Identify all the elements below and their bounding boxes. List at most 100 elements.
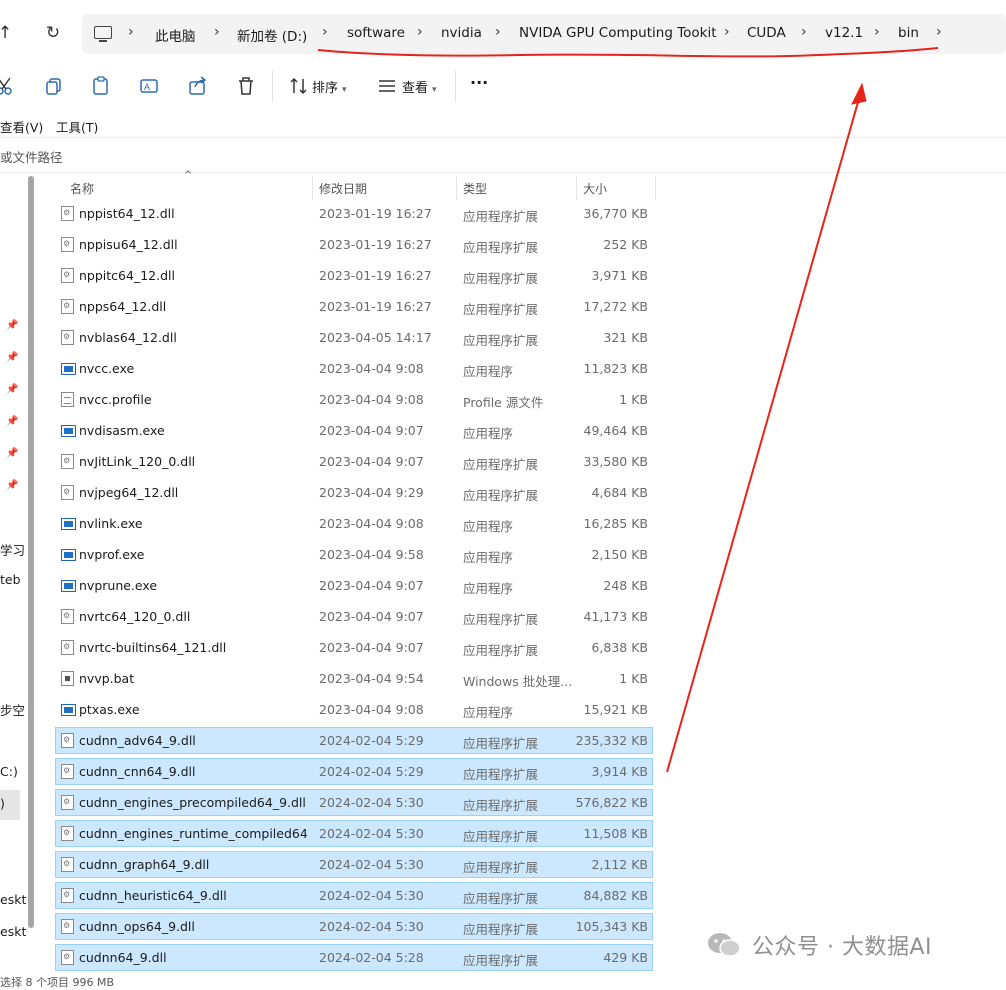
file-size: 3,914 KB xyxy=(591,764,648,779)
nav-item[interactable]: 步空 xyxy=(0,700,25,719)
nav-item[interactable]: eskt xyxy=(0,924,26,939)
chevron-right-icon[interactable]: › xyxy=(214,24,220,40)
nav-scrollbar[interactable] xyxy=(28,176,34,928)
file-row[interactable]: nvrtc-builtins64_121.dll2023-04-04 9:07应… xyxy=(55,634,653,661)
breadcrumb-nvidia[interactable]: nvidia xyxy=(441,25,482,41)
dll-file-icon xyxy=(61,733,74,748)
file-row[interactable]: npps64_12.dll2023-01-19 16:27应用程序扩展17,27… xyxy=(55,293,653,320)
file-type: 应用程序扩展 xyxy=(463,764,573,783)
file-type: 应用程序 xyxy=(463,423,573,442)
breadcrumb-software[interactable]: software xyxy=(347,25,405,41)
file-row[interactable]: nvprune.exe2023-04-04 9:07应用程序248 KB xyxy=(55,572,653,599)
share-icon[interactable] xyxy=(187,75,209,97)
file-row[interactable]: nppist64_12.dll2023-01-19 16:27应用程序扩展36,… xyxy=(55,200,653,227)
breadcrumb-version[interactable]: v12.1 xyxy=(825,25,863,41)
file-row[interactable]: nvjpeg64_12.dll2023-04-04 9:29应用程序扩展4,68… xyxy=(55,479,653,506)
file-row[interactable]: cudnn_adv64_9.dll2024-02-04 5:29应用程序扩展23… xyxy=(55,727,653,754)
breadcrumb-drive-d[interactable]: 新加卷 (D:) xyxy=(237,25,307,45)
menu-tools[interactable]: 工具(T) xyxy=(56,117,98,136)
file-row[interactable]: cudnn_engines_precompiled64_9.dll2024-02… xyxy=(55,789,653,816)
breadcrumb-this-pc[interactable]: 此电脑 xyxy=(155,25,196,45)
sort-icon[interactable] xyxy=(288,75,310,97)
view-icon[interactable] xyxy=(376,75,398,97)
chevron-right-icon[interactable]: › xyxy=(801,24,807,40)
file-type: 应用程序扩展 xyxy=(463,454,573,473)
more-options-button[interactable]: ··· xyxy=(470,73,488,92)
file-row[interactable]: cudnn_heuristic64_9.dll2024-02-04 5:30应用… xyxy=(55,882,653,909)
cut-icon[interactable] xyxy=(0,75,16,97)
file-row[interactable]: cudnn_graph64_9.dll2024-02-04 5:30应用程序扩展… xyxy=(55,851,653,878)
file-size: 321 KB xyxy=(603,330,648,345)
nav-selected-item[interactable]: ) xyxy=(0,790,20,820)
breadcrumb-cuda[interactable]: CUDA xyxy=(747,25,786,41)
sort-button[interactable]: 排序▾ xyxy=(312,77,347,96)
address-bar[interactable]: › 此电脑 › 新加卷 (D:) › software › nvidia › N… xyxy=(82,14,1006,54)
file-date: 2023-04-04 9:58 xyxy=(319,547,424,562)
file-date: 2024-02-04 5:29 xyxy=(319,733,424,748)
column-date[interactable]: 修改日期 xyxy=(319,180,367,197)
file-row[interactable]: nppisu64_12.dll2023-01-19 16:27应用程序扩展252… xyxy=(55,231,653,258)
watermark: 公众号 · 大数据AI xyxy=(706,928,932,962)
file-row[interactable]: nvcc.profile2023-04-04 9:08Profile 源文件1 … xyxy=(55,386,653,413)
menu-view[interactable]: 查看(V) xyxy=(0,117,43,136)
column-divider[interactable] xyxy=(456,176,457,200)
pin-icon: 📌 xyxy=(6,352,16,362)
chevron-right-icon[interactable]: › xyxy=(322,24,328,40)
file-row[interactable]: nvcc.exe2023-04-04 9:08应用程序11,823 KB xyxy=(55,355,653,382)
file-date: 2023-04-04 9:07 xyxy=(319,423,424,438)
column-type[interactable]: 类型 xyxy=(463,180,487,197)
file-row[interactable]: cudnn_ops64_9.dll2024-02-04 5:30应用程序扩展10… xyxy=(55,913,653,940)
file-row[interactable]: cudnn64_9.dll2024-02-04 5:28应用程序扩展429 KB xyxy=(55,944,653,971)
breadcrumb-gpu-toolkit[interactable]: NVIDA GPU Computing Tookit xyxy=(519,25,717,41)
chevron-right-icon[interactable]: › xyxy=(128,24,134,40)
file-size: 6,838 KB xyxy=(591,640,648,655)
file-name: nppist64_12.dll xyxy=(79,206,307,221)
bat-file-icon xyxy=(61,671,74,686)
path-hint-text: 或文件路径 xyxy=(0,147,63,166)
file-row[interactable]: nvvp.bat2023-04-04 9:54Windows 批处理...1 K… xyxy=(55,665,653,692)
file-row[interactable]: cudnn_engines_runtime_compiled64_...2024… xyxy=(55,820,653,847)
file-row[interactable]: nvdisasm.exe2023-04-04 9:07应用程序49,464 KB xyxy=(55,417,653,444)
chevron-right-icon[interactable]: › xyxy=(495,24,501,40)
column-divider[interactable] xyxy=(655,176,656,200)
file-row[interactable]: cudnn_cnn64_9.dll2024-02-04 5:29应用程序扩展3,… xyxy=(55,758,653,785)
file-row[interactable]: nvJitLink_120_0.dll2023-04-04 9:07应用程序扩展… xyxy=(55,448,653,475)
file-row[interactable]: nvblas64_12.dll2023-04-05 14:17应用程序扩展321… xyxy=(55,324,653,351)
nav-item[interactable]: eskt xyxy=(0,892,26,907)
refresh-icon[interactable]: ↻ xyxy=(40,20,66,46)
nav-item[interactable]: C:) xyxy=(0,764,18,779)
rename-icon[interactable]: A xyxy=(138,75,160,97)
file-row[interactable]: nvprof.exe2023-04-04 9:58应用程序2,150 KB xyxy=(55,541,653,568)
file-name: nvlink.exe xyxy=(79,516,307,531)
chevron-right-icon[interactable]: › xyxy=(417,24,423,40)
chevron-right-icon[interactable]: › xyxy=(936,24,942,40)
file-size: 429 KB xyxy=(603,950,648,965)
column-name[interactable]: 名称 xyxy=(70,180,94,197)
file-row[interactable]: nvlink.exe2023-04-04 9:08应用程序16,285 KB xyxy=(55,510,653,537)
dll-file-icon xyxy=(61,950,74,965)
column-divider[interactable] xyxy=(576,176,577,200)
paste-icon[interactable] xyxy=(90,75,112,97)
address-row: ↑ ↻ › 此电脑 › 新加卷 (D:) › software › nvidia… xyxy=(0,0,1006,66)
column-size[interactable]: 大小 xyxy=(583,180,607,197)
file-date: 2023-04-04 9:29 xyxy=(319,485,424,500)
breadcrumb-bin[interactable]: bin xyxy=(898,25,919,41)
file-row[interactable]: nvrtc64_120_0.dll2023-04-04 9:07应用程序扩展41… xyxy=(55,603,653,630)
nav-item[interactable]: teb xyxy=(0,572,21,587)
up-arrow-icon[interactable]: ↑ xyxy=(0,20,18,46)
view-button[interactable]: 查看▾ xyxy=(402,77,437,96)
file-row[interactable]: ptxas.exe2023-04-04 9:08应用程序15,921 KB xyxy=(55,696,653,723)
file-type: 应用程序扩展 xyxy=(463,330,573,349)
copy-icon[interactable] xyxy=(43,75,65,97)
chevron-right-icon[interactable]: › xyxy=(724,24,730,40)
pin-icon: 📌 xyxy=(6,448,16,458)
delete-icon[interactable] xyxy=(235,75,257,97)
chevron-right-icon[interactable]: › xyxy=(874,24,880,40)
file-row[interactable]: nppitc64_12.dll2023-01-19 16:27应用程序扩展3,9… xyxy=(55,262,653,289)
pin-icon: 📌 xyxy=(6,384,16,394)
nav-item[interactable]: 学习 xyxy=(0,540,25,559)
column-divider[interactable] xyxy=(312,176,313,200)
file-size: 11,823 KB xyxy=(584,361,648,376)
svg-text:A: A xyxy=(144,82,150,92)
dll-file-icon xyxy=(61,888,74,903)
